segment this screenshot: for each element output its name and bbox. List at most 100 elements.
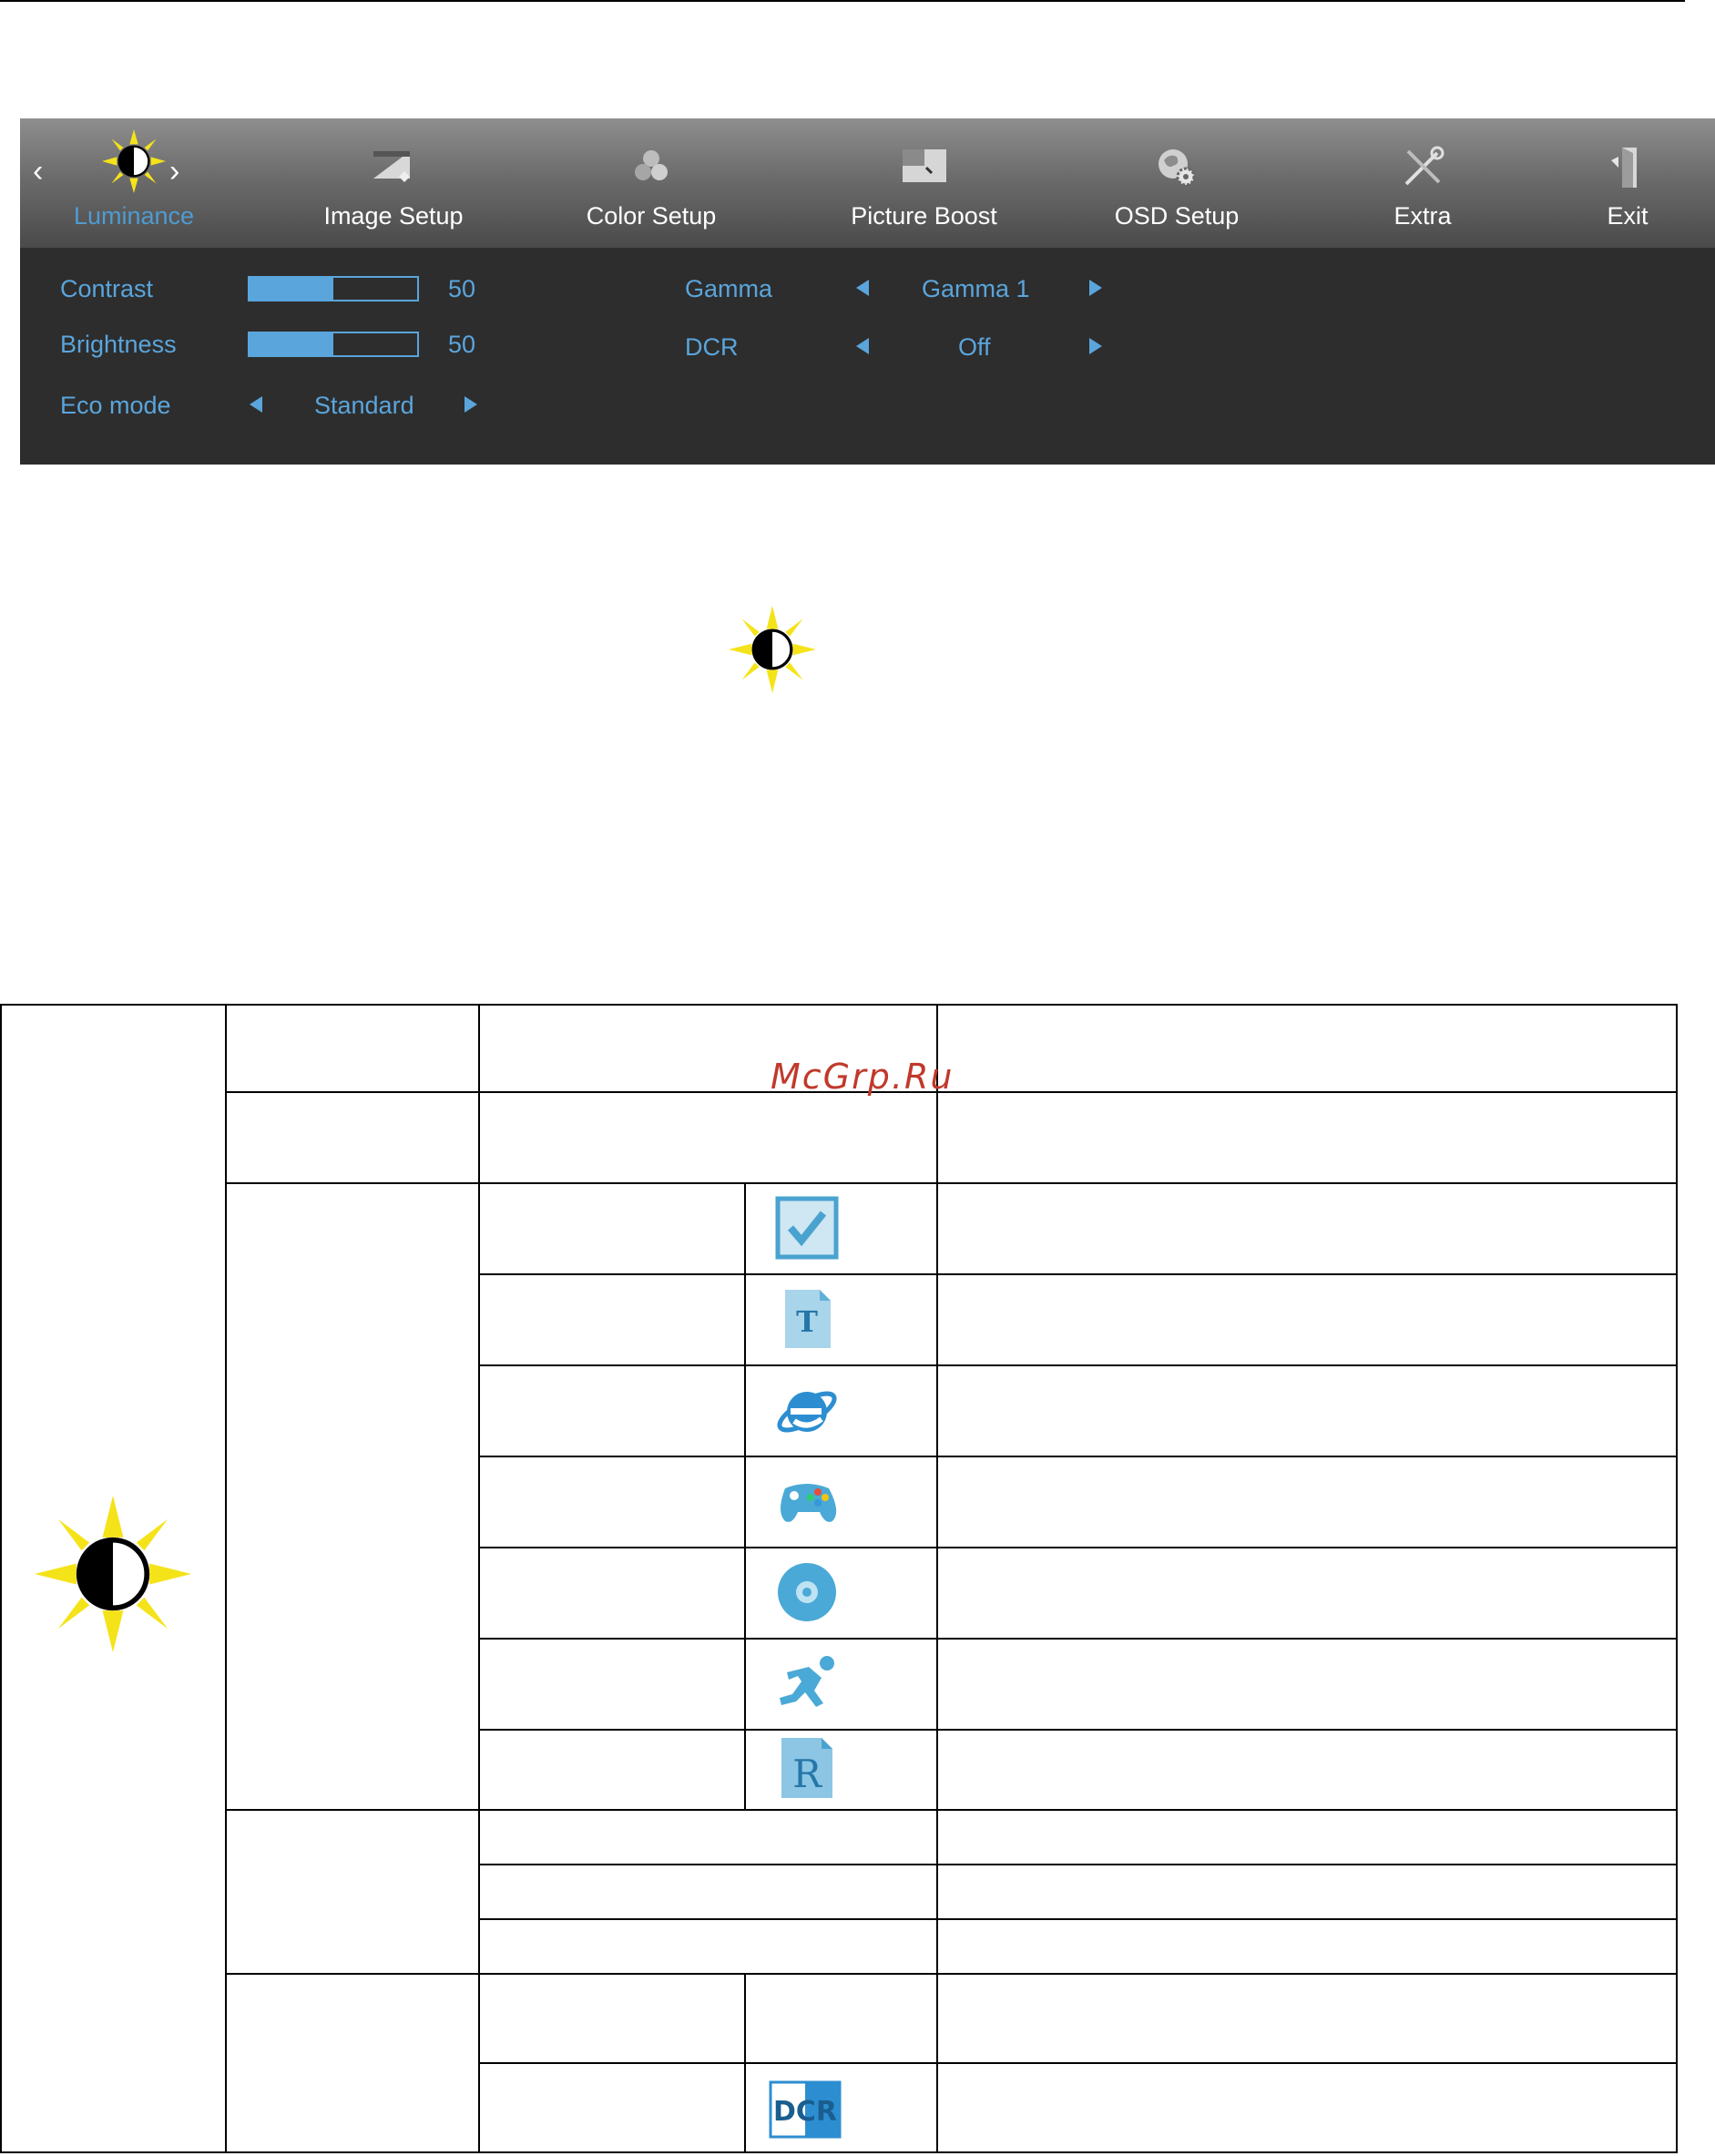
text-t-icon: T: [785, 1290, 831, 1348]
exit-door-icon: [1611, 148, 1637, 188]
osd-menu: Luminance ‹ › Image Setup Color Setup Pi…: [20, 118, 1715, 465]
svg-text:R: R: [792, 1752, 822, 1796]
table-cell: [744, 1364, 938, 1457]
contrast-label: Contrast: [60, 275, 154, 302]
tab-color-setup[interactable]: Color Setup: [537, 118, 765, 248]
table-cell: [936, 1364, 1678, 1457]
dcr-icon: DCR: [769, 2080, 842, 2139]
eco-mode-prev-arrow[interactable]: [250, 396, 262, 413]
table-cell: [936, 1864, 1678, 1920]
tab-exit[interactable]: Exit: [1559, 118, 1696, 248]
table-cell: [225, 1091, 480, 1184]
table-cell: [478, 1456, 746, 1548]
game-controller-icon: [781, 1484, 837, 1522]
luminance-sun-icon: [102, 129, 166, 193]
contrast-value: 50: [448, 275, 476, 302]
table-cell: [936, 1809, 1678, 1865]
tab-label: Exit: [1607, 202, 1649, 230]
table-cell: [936, 1918, 1678, 1975]
osd-tab-bar: Luminance ‹ › Image Setup Color Setup Pi…: [20, 118, 1715, 248]
table-cell: [478, 1809, 938, 1865]
table-cell: [478, 1918, 938, 1975]
dcr-next-arrow[interactable]: [1089, 338, 1102, 354]
tab-label: Extra: [1393, 202, 1452, 230]
table-cell: [744, 1973, 938, 2064]
gamma-next-arrow[interactable]: [1089, 280, 1102, 296]
gamma-prev-arrow[interactable]: [856, 280, 869, 296]
gamma-label: Gamma: [685, 275, 773, 302]
table-cell: [936, 1182, 1678, 1275]
dcr-prev-arrow[interactable]: [856, 338, 869, 354]
top-rule: [0, 0, 1685, 2]
table-cell: [936, 1638, 1678, 1731]
table-cell: [478, 1273, 746, 1366]
table-cell: [478, 1864, 938, 1920]
image-setup-icon: [373, 151, 410, 182]
srgb-r-icon: R: [781, 1738, 832, 1798]
table-icon-column: [0, 1004, 227, 2153]
table-cell: [936, 1091, 1678, 1184]
picture-boost-icon: [902, 149, 946, 182]
tab-image-setup[interactable]: Image Setup: [280, 118, 507, 248]
table-cell: [936, 1273, 1678, 1366]
osd-setup-icon: [1159, 149, 1196, 187]
tab-label: Luminance: [73, 202, 195, 230]
eco-mode-label: Eco mode: [60, 392, 171, 419]
table-cell: [225, 1809, 480, 1975]
brightness-value: 50: [448, 331, 476, 358]
tab-luminance[interactable]: Luminance: [38, 118, 230, 248]
watermark-text: McGrp.Ru: [771, 1057, 954, 1097]
table-cell: [478, 1364, 746, 1457]
tab-extra[interactable]: Extra: [1313, 118, 1532, 248]
tab-picture-boost[interactable]: Picture Boost: [794, 118, 1054, 248]
tab-label: Image Setup: [323, 202, 464, 230]
movie-disc-icon: [778, 1563, 836, 1621]
table-cell: [936, 1547, 1678, 1640]
table-cell: [225, 1004, 480, 1093]
table-cell: [936, 1729, 1678, 1811]
gamma-value: Gamma 1: [922, 275, 1030, 302]
dcr-label: DCR: [685, 333, 739, 361]
table-cell: [478, 2062, 746, 2153]
tab-label: Picture Boost: [851, 202, 997, 230]
luminance-sun-icon: [729, 606, 816, 693]
eco-mode-value: Standard: [314, 392, 414, 419]
extra-tools-icon: [1404, 146, 1444, 186]
luminance-settings-table: T R DCR: [0, 1004, 1678, 2153]
table-cell: [478, 1182, 746, 1275]
luminance-sun-icon: [35, 1496, 191, 1652]
osd-settings-panel: Contrast 50 Brightness 50 Eco mode Stand…: [20, 248, 1715, 465]
internet-e-icon: [777, 1391, 837, 1433]
brightness-slider[interactable]: [248, 332, 419, 357]
dcr-value: Off: [958, 333, 991, 361]
tab-osd-setup[interactable]: OSD Setup: [1058, 118, 1295, 248]
table-cell: [225, 1973, 480, 2153]
table-cell: [936, 1004, 1678, 1093]
contrast-slider[interactable]: [248, 276, 419, 301]
table-cell: [936, 2062, 1678, 2153]
tab-label: Color Setup: [586, 202, 717, 230]
table-cell: [936, 1456, 1678, 1548]
table-cell: [744, 1729, 938, 1811]
svg-text:T: T: [796, 1304, 818, 1339]
table-cell: [744, 1547, 938, 1640]
eco-mode-next-arrow[interactable]: [464, 396, 477, 413]
table-cell: [744, 1182, 938, 1275]
table-cell: [936, 1973, 1678, 2064]
table-cell: [478, 1973, 746, 2064]
table-cell: [225, 1182, 480, 1811]
svg-text:DCR: DCR: [773, 2096, 837, 2128]
standard-check-icon: [775, 1196, 839, 1260]
chevron-right-icon[interactable]: ›: [169, 153, 191, 189]
table-cell: [478, 1638, 746, 1731]
table-cell: [478, 1547, 746, 1640]
sports-runner-icon: [780, 1656, 834, 1707]
color-setup-icon: [635, 150, 668, 180]
tab-label: OSD Setup: [1114, 202, 1240, 230]
brightness-label: Brightness: [60, 331, 177, 358]
table-cell: [478, 1091, 938, 1184]
chevron-left-icon[interactable]: ‹: [33, 153, 55, 189]
contrast-slider-fill: [250, 278, 333, 300]
brightness-slider-fill: [250, 333, 333, 355]
table-cell: [744, 1273, 938, 1366]
